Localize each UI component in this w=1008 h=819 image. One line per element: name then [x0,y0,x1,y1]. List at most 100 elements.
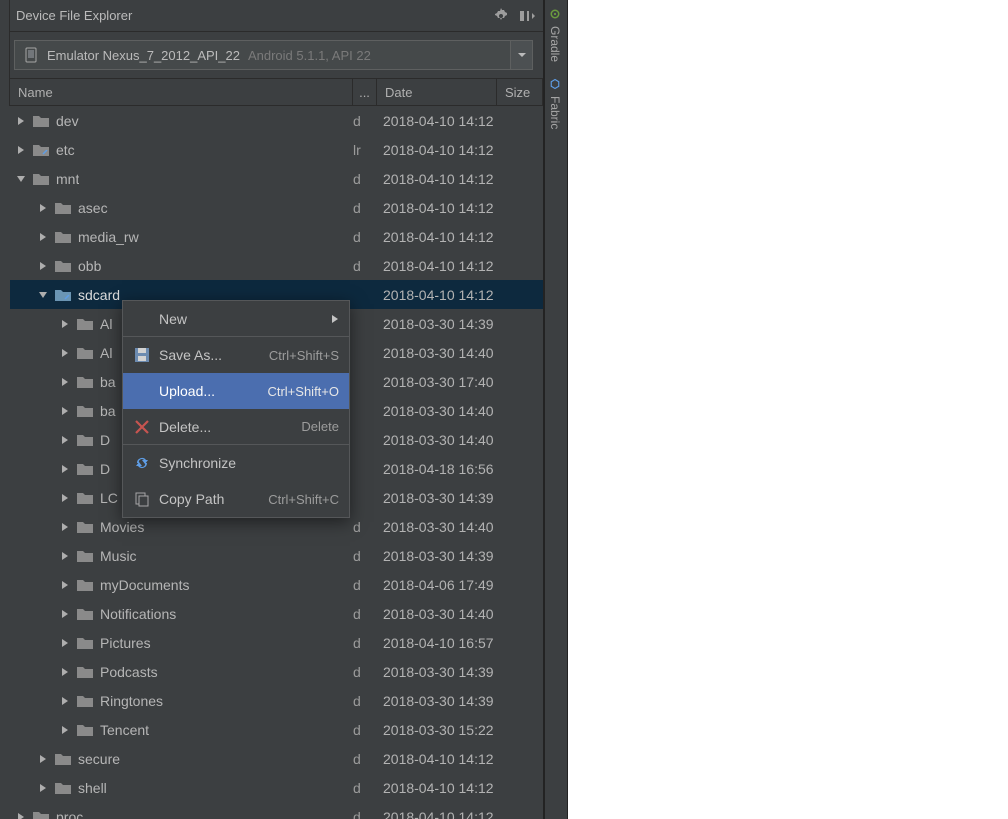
column-date[interactable]: Date [377,79,497,105]
chevron-right-icon[interactable] [58,638,72,648]
folder-icon [54,779,72,797]
chevron-right-icon[interactable] [58,493,72,503]
tree-row[interactable]: procd2018-04-10 14:12 [10,802,543,819]
tree-item-label: D [100,432,110,448]
tree-row[interactable]: Notificationsd2018-03-30 14:40 [10,599,543,628]
hide-panel-icon[interactable] [519,8,535,24]
chevron-right-icon[interactable] [36,203,50,213]
context-menu-item[interactable]: Copy PathCtrl+Shift+C [123,481,349,517]
tree-row[interactable]: Musicd2018-03-30 14:39 [10,541,543,570]
chevron-right-icon[interactable] [58,609,72,619]
chevron-right-icon[interactable] [58,406,72,416]
chevron-right-icon[interactable] [36,783,50,793]
chevron-right-icon[interactable] [58,725,72,735]
date-cell: 2018-03-30 15:22 [377,722,497,738]
context-menu-item[interactable]: Delete...Delete [123,409,349,445]
tree-row[interactable]: mntd2018-04-10 14:12 [10,164,543,193]
tree-name-cell: obb [10,257,353,275]
tree-item-label: Pictures [100,635,151,651]
tree-name-cell: mnt [10,170,353,188]
tab-gradle-label: Gradle [548,26,562,62]
chevron-right-icon[interactable] [58,377,72,387]
chevron-right-icon[interactable] [36,754,50,764]
tree-row[interactable]: obbd2018-04-10 14:12 [10,251,543,280]
date-cell: 2018-04-10 14:12 [377,780,497,796]
folder-link-icon [54,286,72,304]
date-cell: 2018-03-30 14:39 [377,490,497,506]
date-cell: 2018-04-10 14:12 [377,258,497,274]
tree-item-label: obb [78,258,101,274]
chevron-down-icon[interactable] [14,174,28,184]
chevron-right-icon[interactable] [58,319,72,329]
folder-icon [76,402,94,420]
tree-row[interactable]: Tencentd2018-03-30 15:22 [10,715,543,744]
date-cell: 2018-04-10 14:12 [377,751,497,767]
tab-gradle[interactable]: Gradle [545,0,565,70]
chevron-right-icon[interactable] [58,522,72,532]
context-menu: New Save As...Ctrl+Shift+SUpload...Ctrl+S… [122,300,350,518]
tree-row[interactable]: devd2018-04-10 14:12 [10,106,543,135]
chevron-right-icon[interactable] [58,464,72,474]
folder-icon [76,605,94,623]
tree-row[interactable]: asecd2018-04-10 14:12 [10,193,543,222]
chevron-down-icon[interactable] [36,290,50,300]
column-size[interactable]: Size [497,79,543,105]
context-menu-item[interactable]: Synchronize [123,445,349,481]
chevron-right-icon[interactable] [58,580,72,590]
chevron-right-icon[interactable] [14,812,28,819]
chevron-right-icon[interactable] [58,667,72,677]
chevron-right-icon[interactable] [14,116,28,126]
folder-icon [76,431,94,449]
tree-name-cell: Movies [10,518,353,536]
tree-row[interactable]: Podcastsd2018-03-30 14:39 [10,657,543,686]
perm-cell: d [353,809,377,819]
gear-icon[interactable] [493,8,509,24]
tree-row[interactable]: etclr2018-04-10 14:12 [10,135,543,164]
device-selector[interactable]: Emulator Nexus_7_2012_API_22 Android 5.1… [14,40,511,70]
context-menu-item[interactable]: Save As...Ctrl+Shift+S [123,337,349,373]
tree-row[interactable]: shelld2018-04-10 14:12 [10,773,543,802]
chevron-right-icon[interactable] [14,145,28,155]
context-menu-shortcut: Ctrl+Shift+S [269,348,339,363]
context-menu-item[interactable]: Upload...Ctrl+Shift+O [123,373,349,409]
panel-title: Device File Explorer [16,8,493,23]
date-cell: 2018-04-10 16:57 [377,635,497,651]
chevron-right-icon[interactable] [58,696,72,706]
date-cell: 2018-03-30 14:39 [377,693,497,709]
tree-name-cell: media_rw [10,228,353,246]
tree-item-label: proc [56,809,83,819]
folder-icon [54,257,72,275]
tree-row[interactable]: Picturesd2018-04-10 16:57 [10,628,543,657]
perm-cell: d [353,664,377,680]
chevron-right-icon[interactable] [58,348,72,358]
folder-icon [76,663,94,681]
tree-item-label: mnt [56,171,79,187]
tree-row[interactable]: myDocumentsd2018-04-06 17:49 [10,570,543,599]
tree-name-cell: shell [10,779,353,797]
chevron-right-icon[interactable] [58,435,72,445]
chevron-right-icon[interactable] [36,232,50,242]
tree-item-label: LC [100,490,118,506]
column-name[interactable]: Name [10,79,353,105]
tree-row[interactable]: secured2018-04-10 14:12 [10,744,543,773]
chevron-right-icon[interactable] [58,551,72,561]
context-menu-label: New [159,311,323,327]
date-cell: 2018-03-30 14:40 [377,519,497,535]
chevron-right-icon[interactable] [36,261,50,271]
perm-cell: d [353,606,377,622]
folder-link-icon [32,141,50,159]
tree-row[interactable]: media_rwd2018-04-10 14:12 [10,222,543,251]
tree-row[interactable]: Ringtonesd2018-03-30 14:39 [10,686,543,715]
tree-item-label: etc [56,142,75,158]
tab-fabric[interactable]: Fabric [545,70,565,137]
tree-item-label: shell [78,780,107,796]
device-dropdown-button[interactable] [511,40,533,70]
tab-fabric-label: Fabric [548,96,562,129]
date-cell: 2018-04-06 17:49 [377,577,497,593]
date-cell: 2018-03-30 14:39 [377,316,497,332]
context-menu-item[interactable]: New [123,301,349,337]
context-menu-label: Synchronize [159,455,339,471]
column-perm[interactable]: ... [353,79,377,105]
folder-icon [32,808,50,819]
device-meta: Android 5.1.1, API 22 [248,48,371,63]
